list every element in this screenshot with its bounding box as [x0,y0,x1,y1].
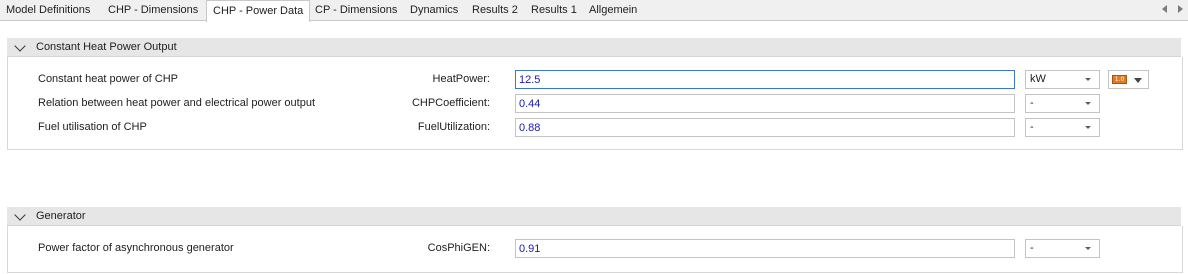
field-label: Power factor of asynchronous generator [38,242,234,254]
section-title: Constant Heat Power Output [36,41,177,53]
unit-value: - [1030,97,1034,109]
field-label: Fuel utilisation of CHP [38,121,147,133]
chevron-down-icon [1085,126,1091,129]
section-header-heat-power[interactable]: Constant Heat Power Output [7,38,1181,57]
tab-bar: Model Definitions CHP - Dimensions CHP -… [0,0,1188,22]
field-label: Constant heat power of CHP [38,73,179,85]
field-label: Relation between heat power and electric… [38,97,316,109]
chp-coefficient-unit-select[interactable]: - [1025,94,1100,113]
unit-value: - [1030,242,1034,254]
cosphi-gen-input[interactable] [515,239,1015,258]
tab-results-1[interactable]: Results 1 [525,1,583,19]
tab-scroll-left-icon[interactable] [1162,5,1167,13]
tab-results-2[interactable]: Results 2 [466,1,524,19]
chevron-down-icon[interactable] [14,40,26,52]
param-name: FuelUtilization: [417,121,490,133]
tab-chp-dimensions[interactable]: CHP - Dimensions [102,1,204,19]
version-badge-icon: 1.0 [1112,75,1127,84]
unit-value: - [1030,121,1034,133]
cosphi-gen-unit-select[interactable]: - [1025,239,1100,258]
chevron-down-icon [1085,102,1091,105]
chevron-down-icon [1134,78,1142,83]
fuel-utilization-unit-select[interactable]: - [1025,118,1100,137]
tab-model-definitions[interactable]: Model Definitions [0,1,96,19]
chevron-down-icon[interactable] [14,209,26,221]
param-name: CosPhiGEN: [427,242,490,254]
param-name: HeatPower: [432,73,490,85]
tab-dynamics[interactable]: Dynamics [404,1,464,19]
tab-cp-dimensions[interactable]: CP - Dimensions [309,1,403,19]
section-title: Generator [36,210,86,222]
section-header-generator[interactable]: Generator [7,207,1181,226]
version-dropdown-button[interactable]: 1.0 [1108,70,1149,89]
chevron-down-icon [1085,78,1091,81]
unit-value: kW [1030,73,1046,85]
chp-coefficient-input[interactable] [515,94,1015,113]
chevron-down-icon [1085,247,1091,250]
heat-power-unit-select[interactable]: kW [1025,70,1100,89]
heat-power-input[interactable] [515,70,1015,89]
tab-allgemein[interactable]: Allgemein [583,1,643,19]
fuel-utilization-input[interactable] [515,118,1015,137]
tab-chp-power-data[interactable]: CHP - Power Data [206,0,311,22]
tab-scroll-right-icon[interactable] [1178,5,1183,13]
param-name: CHPCoefficient: [411,97,490,109]
